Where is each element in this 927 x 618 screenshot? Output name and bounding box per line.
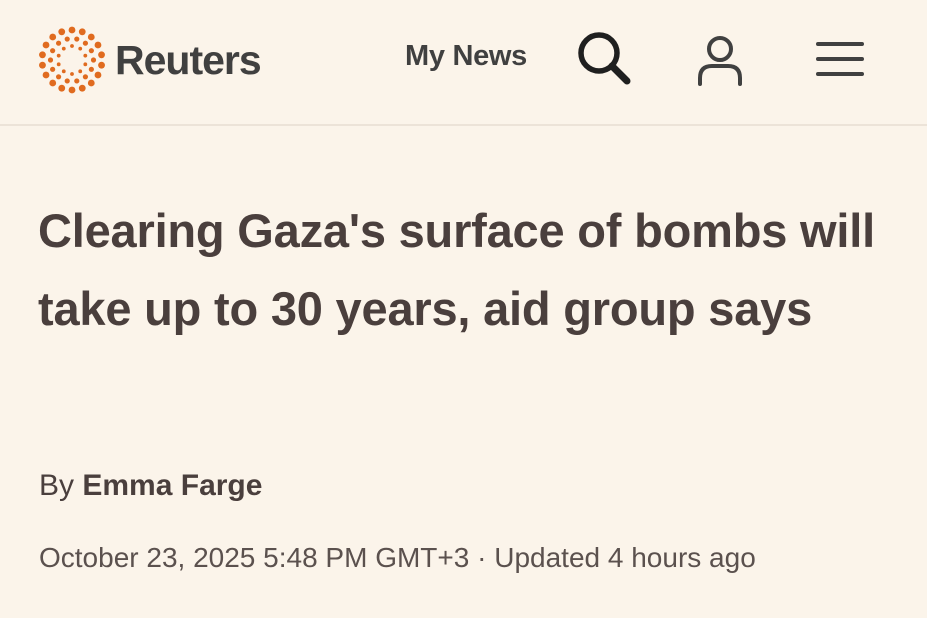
- logo-dot: [68, 26, 76, 34]
- logo-dot: [94, 71, 102, 79]
- logo-dot: [82, 40, 89, 46]
- my-news-link[interactable]: My News: [405, 42, 527, 71]
- logo-dot: [56, 62, 61, 67]
- logo-dot: [42, 71, 50, 79]
- byline: By Emma Farge: [39, 466, 262, 506]
- logo-dot: [70, 44, 74, 48]
- logo-dot: [68, 86, 76, 94]
- published-time: October 23, 2025 5:48 PM GMT+3: [39, 542, 470, 573]
- logo-text: Reuters: [115, 36, 262, 83]
- logo-dot: [58, 28, 66, 36]
- logo-dot: [90, 57, 97, 63]
- logo-dot: [83, 53, 88, 58]
- logo-dot: [50, 48, 56, 54]
- logo-dot: [94, 41, 102, 49]
- logo-dot: [83, 62, 88, 67]
- reuters-logo-icon: [39, 26, 105, 94]
- logo-dot: [78, 28, 86, 36]
- search-button[interactable]: [574, 28, 632, 86]
- byline-prefix: By: [39, 469, 75, 502]
- updated-time: Updated 4 hours ago: [494, 542, 756, 573]
- logo-dot: [42, 41, 50, 49]
- logo-dot: [74, 36, 80, 42]
- logo-dot: [49, 79, 57, 87]
- menu-button[interactable]: [814, 36, 866, 82]
- author-link[interactable]: Emma Farge: [82, 469, 262, 502]
- logo-dot: [70, 72, 74, 76]
- account-button[interactable]: [694, 34, 746, 88]
- logo-dot: [74, 78, 80, 84]
- logo-dot: [78, 69, 83, 74]
- logo-dot: [82, 74, 89, 80]
- logo-dot: [78, 46, 83, 51]
- site-header: Reuters My News: [0, 0, 927, 126]
- reuters-logo-link[interactable]: Reuters: [38, 24, 262, 96]
- search-icon: [578, 32, 631, 85]
- logo-dot: [88, 48, 94, 54]
- logo-dot: [49, 33, 57, 41]
- logo-dot: [55, 40, 62, 46]
- logo-dot: [61, 69, 66, 74]
- article-dateline: October 23, 2025 5:48 PM GMT+3 · Updated…: [39, 538, 756, 578]
- logo-dot: [88, 66, 94, 72]
- logo-dot: [50, 66, 56, 72]
- logo-dot: [64, 78, 70, 84]
- logo-dot: [61, 46, 66, 51]
- logo-dot: [39, 51, 46, 59]
- logo-dot: [47, 57, 54, 63]
- logo-dot: [87, 79, 95, 87]
- logo-dot: [98, 61, 105, 69]
- logo-dot: [56, 53, 61, 58]
- logo-dot: [87, 33, 95, 41]
- dateline-separator: ·: [477, 542, 487, 573]
- user-icon: [698, 36, 742, 86]
- hamburger-menu-icon: [816, 42, 864, 76]
- logo-dot: [58, 84, 66, 92]
- logo-dot: [55, 74, 62, 80]
- article-headline: Clearing Gaza's surface of bombs will ta…: [38, 204, 875, 335]
- logo-dot: [98, 51, 105, 59]
- logo-dot: [78, 84, 86, 92]
- logo-dot: [64, 36, 70, 42]
- logo-dot: [39, 61, 46, 69]
